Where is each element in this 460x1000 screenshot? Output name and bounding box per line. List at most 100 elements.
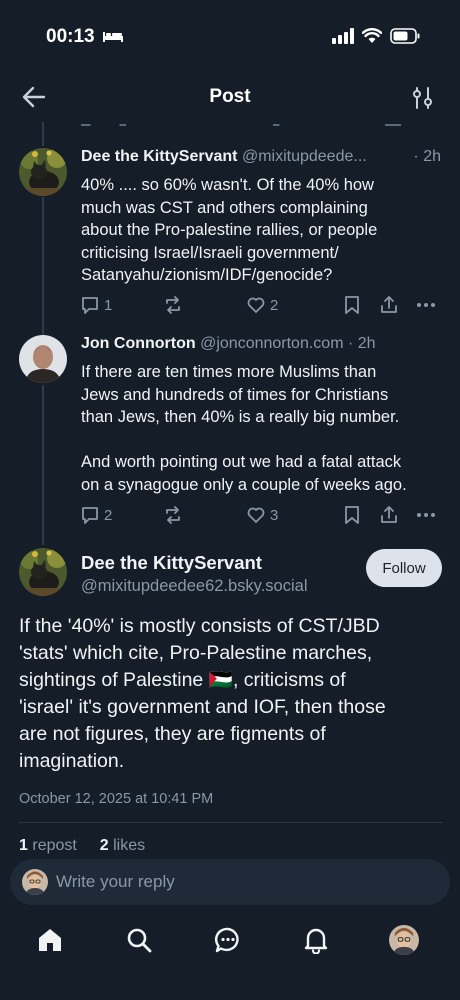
chat-icon (214, 927, 239, 953)
post-text-line: imagination. (19, 750, 125, 772)
filter-icon (413, 87, 432, 109)
sleep-mode-icon (102, 32, 123, 42)
post-text-line: Jews and hundreds of times for Christian… (81, 385, 389, 404)
status-bar: 00:13 (0, 0, 460, 72)
post-actions: 1 2 (80, 295, 440, 317)
thread-line (42, 385, 44, 545)
author-name[interactable]: Jon Connorton (81, 335, 196, 352)
tab-bar (0, 915, 460, 965)
bookmark-button[interactable] (343, 505, 361, 525)
post-text-line: Satanyahu/zionism/IDF/genocide? (81, 266, 333, 284)
author-name[interactable]: Dee the KittyServant (81, 552, 262, 574)
follow-button[interactable]: Follow (366, 549, 442, 587)
post-text: 40% .... so 60% wasn't. Of the 40% how m… (81, 174, 451, 287)
reply-icon (82, 297, 98, 314)
post-text-line (81, 429, 451, 452)
post-header: Dee the KittyServant @mixitupdeede... · … (81, 148, 443, 166)
status-time: 00:13 (46, 26, 123, 48)
author-handle[interactable]: @jonconnorton.com (200, 335, 343, 352)
likes-stat[interactable]: 2 likes (100, 837, 145, 854)
post-text-line: If the '40%' is mostly consists of CST/J… (19, 615, 380, 637)
post-text-line: about the Pro-palestine rallies, or peop… (81, 221, 378, 239)
repost-button[interactable] (163, 295, 183, 315)
engagement-stats: 1 repost 2 likes (19, 837, 145, 855)
tab-home[interactable] (33, 923, 67, 957)
post-text-line: If there are ten times more Muslims than (81, 363, 377, 381)
page-title: Post (209, 86, 251, 107)
tab-notifications[interactable] (299, 923, 333, 957)
reply-icon (82, 507, 98, 524)
cat-avatar-image (19, 548, 67, 596)
more-button[interactable] (415, 295, 437, 315)
thread-settings-button[interactable] (412, 86, 434, 110)
user-avatar-image (389, 925, 419, 955)
author-handle[interactable]: @mixitupdeedee62.bsky.social (81, 577, 307, 596)
post-time: · 2h (407, 148, 441, 166)
avatar (389, 925, 419, 955)
reply-composer[interactable]: Write your reply (10, 859, 450, 905)
share-icon (381, 506, 397, 523)
like-count: 3 (270, 506, 279, 524)
tab-chat[interactable] (211, 923, 245, 957)
avatar[interactable] (19, 548, 67, 596)
bookmark-icon (345, 506, 359, 524)
more-icon (417, 303, 435, 307)
author-name[interactable]: Dee the KittyServant (81, 148, 238, 165)
previous-post-fragment (81, 122, 441, 128)
post-header: Jon Connorton @jonconnorton.com · 2h (81, 335, 443, 353)
search-icon (127, 928, 152, 953)
post-text-line: And worth pointing out we had a fatal at… (81, 453, 402, 471)
person-avatar-image (19, 335, 67, 383)
post-text-line: sightings of Palestine 🇵🇸, criticisms of (19, 669, 346, 691)
tab-search[interactable] (122, 923, 156, 957)
wifi-icon (362, 28, 382, 43)
post-text-line: on a synagogue only a couple of weeks ag… (81, 475, 407, 494)
repost-button[interactable] (163, 505, 183, 525)
cellular-signal-icon (332, 28, 354, 44)
share-button[interactable] (379, 295, 399, 315)
user-avatar-image (22, 869, 48, 895)
reply-input[interactable]: Write your reply (56, 872, 175, 892)
reply-count: 1 (104, 296, 113, 314)
more-button[interactable] (415, 505, 437, 525)
avatar (22, 869, 48, 895)
reply-button[interactable]: 2 (80, 505, 112, 525)
battery-icon (390, 28, 420, 44)
avatar[interactable] (19, 148, 67, 196)
repost-icon (166, 506, 180, 524)
reply-button[interactable]: 1 (80, 295, 112, 315)
divider (19, 822, 443, 823)
author-handle[interactable]: @mixitupdeede... (242, 148, 367, 165)
status-icons (332, 28, 420, 44)
post-text-line: than Jews, then 40% is a really big numb… (81, 408, 400, 426)
post-time: · 2h (347, 335, 376, 352)
thread-line (42, 122, 44, 146)
post-text-line: criticising Israel/Israeli government/ (81, 243, 339, 262)
avatar[interactable] (19, 335, 67, 383)
bookmark-button[interactable] (343, 295, 361, 315)
bookmark-icon (345, 296, 359, 314)
post-text: If the '40%' is mostly consists of CST/J… (19, 613, 449, 775)
tab-profile[interactable] (387, 923, 421, 957)
reply-count: 2 (104, 506, 113, 524)
share-icon (381, 296, 397, 313)
like-icon (247, 297, 265, 313)
nav-bar: Post (0, 72, 460, 122)
post-text: If there are ten times more Muslims than… (81, 361, 451, 496)
post-text-line: 'stats' which cite, Pro-Palestine marche… (19, 642, 373, 664)
like-button[interactable]: 3 (246, 505, 278, 525)
like-count: 2 (270, 296, 279, 314)
more-icon (417, 513, 435, 517)
post-text-line: 40% .... so 60% wasn't. Of the 40% how (81, 176, 374, 194)
repost-stat[interactable]: 1 repost (19, 837, 77, 854)
like-button[interactable]: 2 (246, 295, 278, 315)
thread-line (42, 197, 44, 335)
post-text-line: are not figures, they are figments of (19, 723, 326, 745)
home-icon (39, 929, 61, 951)
post-text-line: much was CST and others complaining (81, 198, 368, 217)
share-button[interactable] (379, 505, 399, 525)
bell-icon (304, 928, 328, 954)
cat-avatar-image (19, 148, 67, 196)
post-actions: 2 3 (80, 505, 440, 527)
post-text-line: 'israel' it's government and IOF, then t… (19, 696, 386, 718)
